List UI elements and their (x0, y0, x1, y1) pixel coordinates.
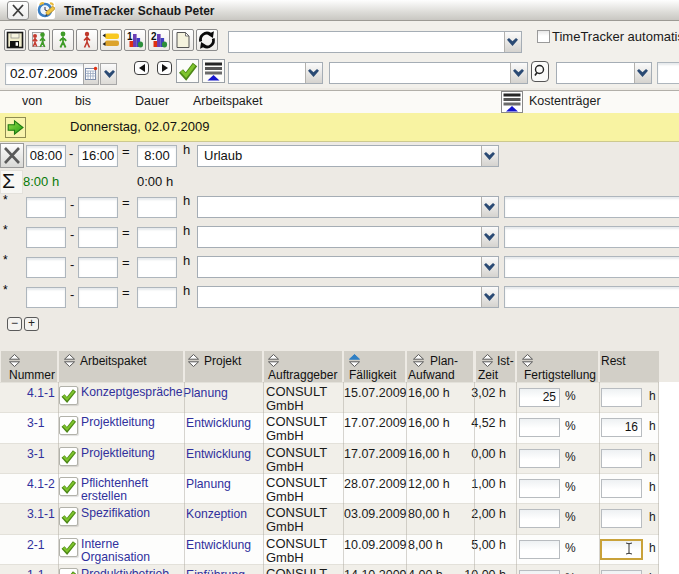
svg-text:2: 2 (151, 31, 157, 42)
svg-text:1: 1 (127, 31, 133, 42)
